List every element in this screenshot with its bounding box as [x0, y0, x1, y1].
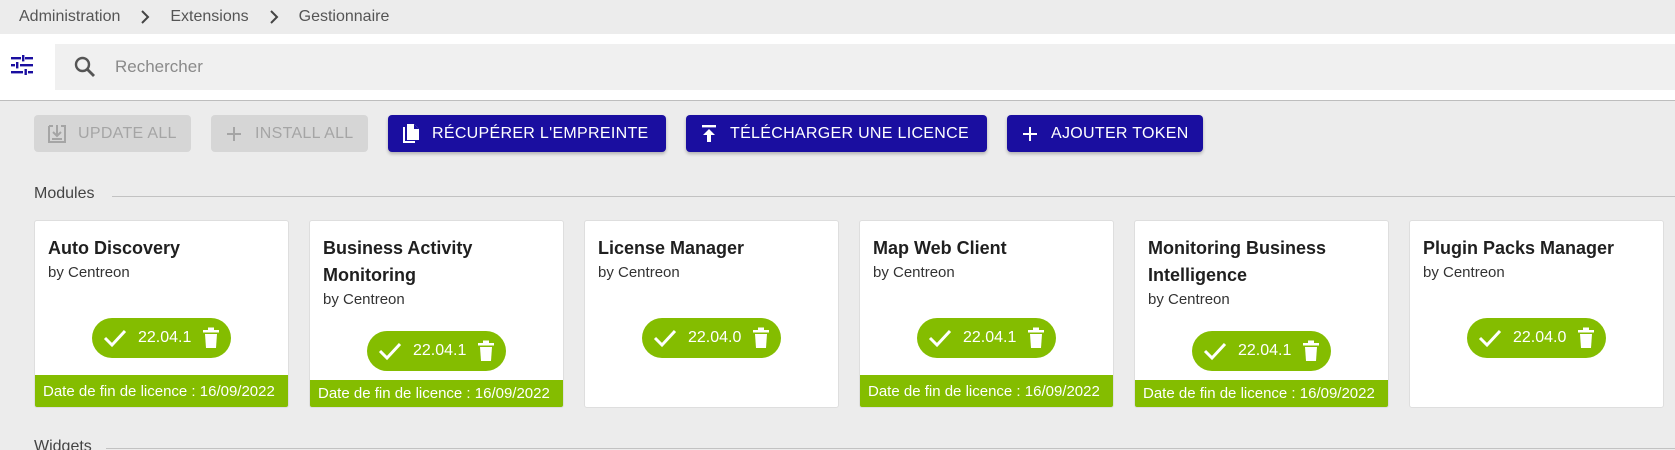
plus-icon	[1019, 123, 1041, 145]
module-card[interactable]: Map Web Client by Centreon 22.04.1 Date …	[859, 220, 1114, 408]
breadcrumb-extensions[interactable]: Extensions	[170, 8, 248, 26]
check-icon	[1477, 325, 1503, 351]
widgets-section-title: Widgets	[34, 438, 92, 450]
tune-icon	[11, 54, 33, 80]
version-label: 22.04.1	[138, 329, 192, 346]
license-expiry: Date de fin de licence : 16/09/2022	[860, 375, 1113, 407]
breadcrumb-manager[interactable]: Gestionnaire	[299, 8, 390, 26]
check-icon	[102, 325, 128, 351]
chevron-right-icon	[140, 10, 150, 24]
filter-button[interactable]	[9, 54, 35, 80]
search-field	[55, 44, 1675, 90]
version-badge[interactable]: 22.04.1	[367, 331, 506, 371]
version-label: 22.04.0	[1513, 329, 1567, 346]
trash-icon[interactable]	[1300, 339, 1322, 363]
module-card[interactable]: Auto Discovery by Centreon 22.04.1 Date …	[34, 220, 289, 408]
check-icon	[652, 325, 678, 351]
module-name: License Manager	[598, 238, 745, 258]
module-name: Business Activity Monitoring	[323, 238, 473, 285]
module-author: by Centreon	[48, 264, 130, 281]
trash-icon[interactable]	[1025, 326, 1047, 350]
trash-icon[interactable]	[475, 339, 497, 363]
update-all-label: UPDATE ALL	[78, 124, 177, 142]
module-author: by Centreon	[873, 264, 955, 281]
module-name: Auto Discovery	[48, 238, 181, 258]
breadcrumb-administration[interactable]: Administration	[19, 8, 120, 26]
version-label: 22.04.1	[413, 342, 467, 359]
check-icon	[927, 325, 953, 351]
check-icon	[1202, 338, 1228, 364]
version-badge[interactable]: 22.04.1	[917, 318, 1056, 358]
module-card[interactable]: Business Activity Monitoring by Centreon…	[309, 220, 564, 408]
module-author: by Centreon	[1423, 264, 1505, 281]
trash-icon[interactable]	[750, 326, 772, 350]
module-author: by Centreon	[1148, 291, 1230, 308]
download-box-icon	[46, 123, 68, 145]
version-badge[interactable]: 22.04.1	[92, 318, 231, 358]
search-input[interactable]	[115, 57, 1515, 77]
trash-icon[interactable]	[1575, 326, 1597, 350]
trash-icon[interactable]	[200, 326, 222, 350]
modules-divider	[112, 196, 1675, 197]
module-card[interactable]: Plugin Packs Manager by Centreon 22.04.0	[1409, 220, 1664, 408]
widgets-divider	[106, 448, 1675, 449]
license-expiry: Date de fin de licence : 16/09/2022	[35, 375, 288, 407]
module-name: Map Web Client	[873, 238, 1007, 258]
version-label: 22.04.0	[688, 329, 742, 346]
upload-license-label: TÉLÉCHARGER UNE LICENCE	[730, 124, 969, 142]
fingerprint-button[interactable]: RÉCUPÉRER L'EMPREINTE	[388, 115, 666, 152]
license-expiry: Date de fin de licence : 16/09/2022	[1135, 380, 1388, 407]
add-token-button[interactable]: AJOUTER TOKEN	[1007, 115, 1203, 152]
search-icon	[71, 53, 99, 81]
copy-file-icon	[400, 123, 422, 145]
chevron-right-icon	[269, 10, 279, 24]
module-name: Plugin Packs Manager	[1423, 238, 1615, 258]
fingerprint-label: RÉCUPÉRER L'EMPREINTE	[432, 124, 649, 142]
module-card[interactable]: Monitoring Business Intelligence by Cent…	[1134, 220, 1389, 408]
check-icon	[377, 338, 403, 364]
breadcrumb: Administration Extensions Gestionnaire	[0, 0, 1675, 34]
upload-icon	[698, 123, 720, 145]
version-badge[interactable]: 22.04.0	[1467, 318, 1606, 358]
module-card[interactable]: License Manager by Centreon 22.04.0	[584, 220, 839, 408]
install-all-label: INSTALL ALL	[255, 124, 354, 142]
module-author: by Centreon	[598, 264, 680, 281]
update-all-button[interactable]: UPDATE ALL	[34, 115, 191, 152]
modules-section-title: Modules	[34, 185, 95, 202]
add-token-label: AJOUTER TOKEN	[1051, 124, 1189, 142]
upload-license-button[interactable]: TÉLÉCHARGER UNE LICENCE	[686, 115, 987, 152]
version-label: 22.04.1	[963, 329, 1017, 346]
install-all-button[interactable]: INSTALL ALL	[211, 115, 368, 152]
version-label: 22.04.1	[1238, 342, 1292, 359]
version-badge[interactable]: 22.04.0	[642, 318, 781, 358]
search-bar	[0, 34, 1675, 101]
plus-icon	[223, 123, 245, 145]
license-expiry: Date de fin de licence : 16/09/2022	[310, 380, 563, 407]
module-name: Monitoring Business Intelligence	[1148, 238, 1327, 285]
version-badge[interactable]: 22.04.1	[1192, 331, 1331, 371]
module-author: by Centreon	[323, 291, 405, 308]
